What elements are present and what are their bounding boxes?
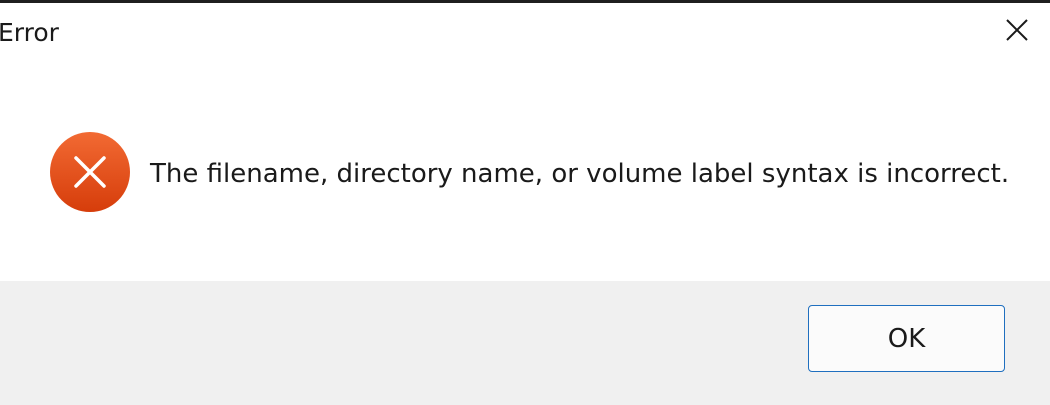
error-message: The filename, directory name, or volume …	[150, 159, 1010, 189]
error-icon	[49, 131, 131, 213]
close-icon	[1006, 19, 1028, 41]
title-bar: Error	[0, 3, 1050, 65]
dialog-footer: OK	[0, 281, 1050, 405]
error-dialog-window: Error The filename, directory name, or v…	[0, 0, 1050, 405]
ok-button[interactable]: OK	[808, 305, 1005, 372]
close-button[interactable]	[1002, 15, 1032, 45]
window-title: Error	[0, 18, 59, 47]
dialog-content: The filename, directory name, or volume …	[0, 65, 1050, 281]
